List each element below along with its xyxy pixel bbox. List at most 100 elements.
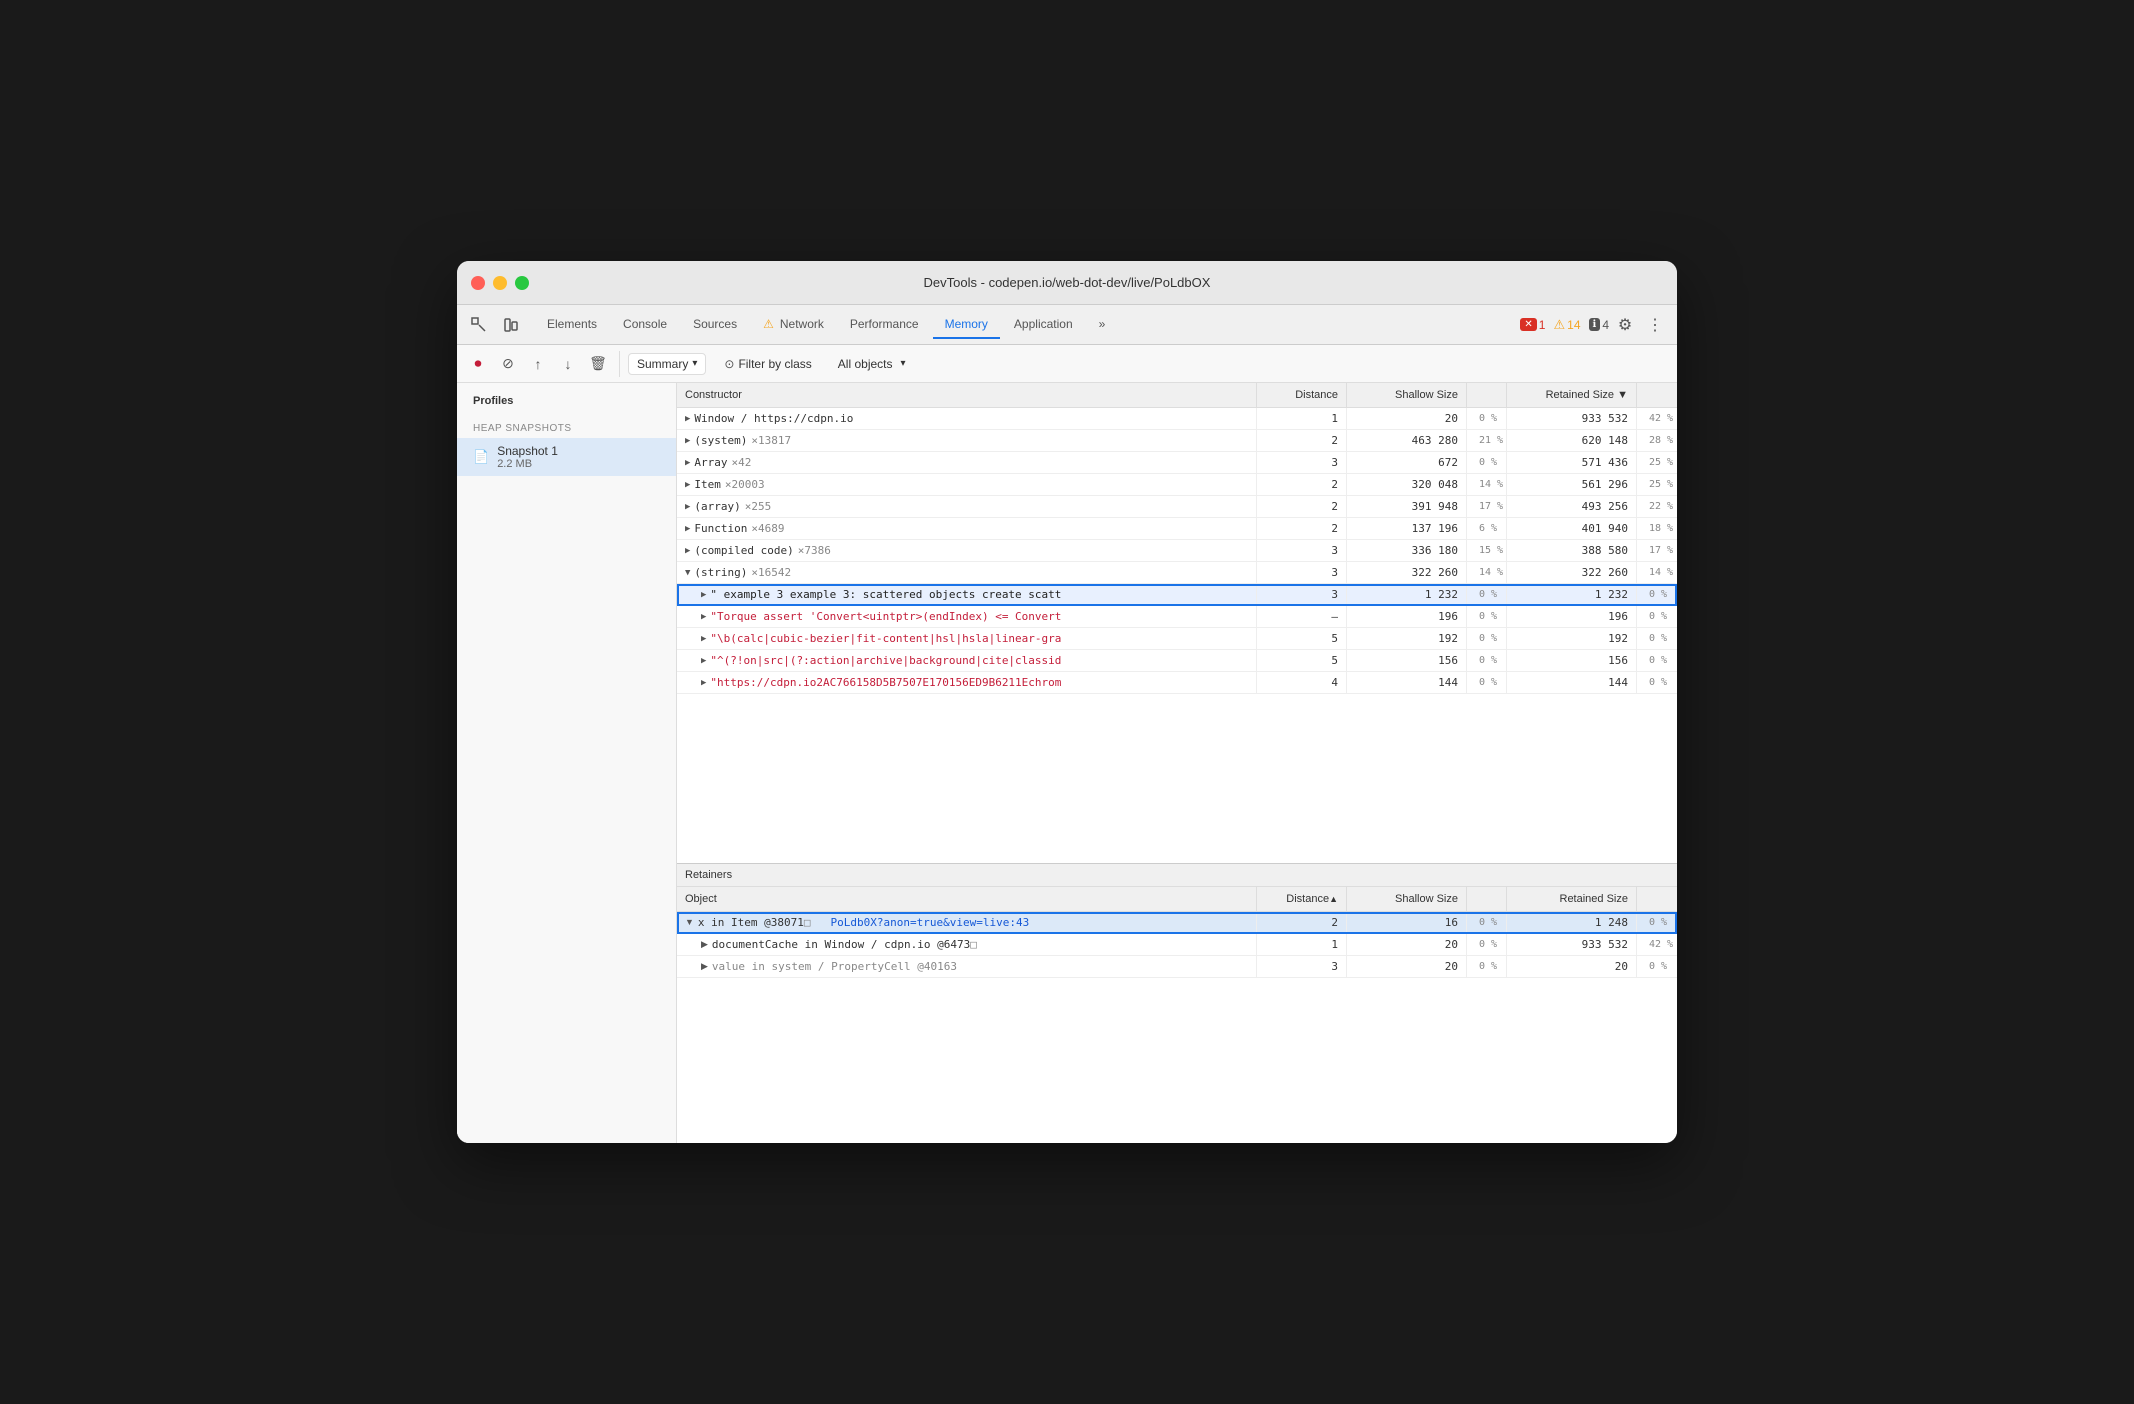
th-shallow-pct (1467, 383, 1507, 407)
expand-icon (701, 939, 708, 950)
tab-sources[interactable]: Sources (681, 311, 749, 339)
tab-console[interactable]: Console (611, 311, 679, 339)
table-header: Constructor Distance Shallow Size Retain… (677, 383, 1677, 408)
expand-icon (685, 523, 690, 534)
distance-cell: 1 (1257, 408, 1347, 429)
minimize-button[interactable] (493, 276, 507, 290)
table-row[interactable]: "\b(calc|cubic-bezier|fit-content|hsl|hs… (677, 628, 1677, 650)
tab-application[interactable]: Application (1002, 311, 1085, 339)
snapshot-icon: 📄 (473, 449, 489, 465)
clear-button[interactable]: ⊘ (495, 351, 521, 377)
nav-icons-group (465, 311, 525, 339)
inspect-icon[interactable] (465, 311, 493, 339)
tab-memory[interactable]: Memory (933, 311, 1000, 339)
record-button[interactable]: ⏺ (465, 351, 491, 377)
table-row[interactable]: "^(?!on|src|(?:action|archive|background… (677, 650, 1677, 672)
retainer-row-selected[interactable]: x in Item @38071 □ PoLdb0X?anon=true&vie… (677, 912, 1677, 934)
upload-button[interactable]: ↑ (525, 351, 551, 377)
ret-th-shallow: Shallow Size (1347, 887, 1467, 911)
ret-th-object: Object (677, 887, 1257, 911)
retainer-row[interactable]: documentCache in Window / cdpn.io @6473 … (677, 934, 1677, 956)
expand-icon (701, 633, 706, 644)
chevron-down-icon-2: ▾ (901, 358, 906, 369)
snapshot-item[interactable]: 📄 Snapshot 1 2.2 MB (457, 438, 676, 476)
tab-more[interactable]: » (1087, 311, 1118, 339)
table-row[interactable]: Item×20003 2 320 048 14 % 561 296 25 % (677, 474, 1677, 496)
table-row[interactable]: "https://cdpn.io2AC766158D5B7507E170156E… (677, 672, 1677, 694)
th-constructor: Constructor (677, 383, 1257, 407)
table-row[interactable]: (system)×13817 2 463 280 21 % 620 148 28… (677, 430, 1677, 452)
expand-icon (685, 413, 690, 424)
ret-th-distance: Distance▲ (1257, 887, 1347, 911)
shallow-cell: 20 (1347, 408, 1467, 429)
objects-dropdown[interactable]: All objects ▾ (830, 354, 914, 374)
close-button[interactable] (471, 276, 485, 290)
heap-table[interactable]: Constructor Distance Shallow Size Retain… (677, 383, 1677, 863)
table-row[interactable]: Array×42 3 672 0 % 571 436 25 % (677, 452, 1677, 474)
window-title: DevTools - codepen.io/web-dot-dev/live/P… (924, 275, 1211, 290)
expand-icon (701, 611, 706, 622)
devtools-navbar: Elements Console Sources ⚠ Network Perfo… (457, 305, 1677, 345)
warning-badge[interactable]: ⚠ 14 (1553, 317, 1580, 333)
th-retained-size: Retained Size ▼ (1507, 383, 1637, 407)
expand-icon (701, 677, 706, 688)
title-bar: DevTools - codepen.io/web-dot-dev/live/P… (457, 261, 1677, 305)
th-distance: Distance (1257, 383, 1347, 407)
table-row[interactable]: Function×4689 2 137 196 6 % 401 940 18 % (677, 518, 1677, 540)
ret-th-retained-pct (1637, 887, 1677, 911)
info-badge[interactable]: ℹ 4 (1589, 318, 1610, 332)
heap-snapshots-label: HEAP SNAPSHOTS (457, 415, 676, 438)
sidebar: Profiles HEAP SNAPSHOTS 📄 Snapshot 1 2.2… (457, 383, 677, 1143)
filter-icon: ⊙ (724, 357, 734, 371)
table-row[interactable]: "Torque assert 'Convert<uintptr>(endInde… (677, 606, 1677, 628)
expand-icon (685, 567, 690, 578)
expand-icon (685, 501, 690, 512)
constructor-cell: (system)×13817 (677, 430, 1257, 451)
th-shallow-size: Shallow Size (1347, 383, 1467, 407)
constructor-cell: Window / https://cdpn.io (677, 408, 1257, 429)
tab-performance[interactable]: Performance (838, 311, 931, 339)
expand-icon (685, 545, 690, 556)
expand-icon (701, 655, 706, 666)
tab-elements[interactable]: Elements (535, 311, 609, 339)
table-row[interactable]: Window / https://cdpn.io 1 20 0 % 933 53… (677, 408, 1677, 430)
snapshot-info: Snapshot 1 2.2 MB (497, 444, 558, 470)
retainers-header: Retainers Object Distance▲ Shallow Size … (677, 864, 1677, 912)
summary-dropdown[interactable]: Summary ▾ (628, 353, 706, 375)
table-row[interactable]: (compiled code)×7386 3 336 180 15 % 388 … (677, 540, 1677, 562)
maximize-button[interactable] (515, 276, 529, 290)
devtools-window: DevTools - codepen.io/web-dot-dev/live/P… (457, 261, 1677, 1143)
expand-icon (685, 435, 690, 446)
th-retained-pct (1637, 383, 1677, 407)
expand-icon (701, 961, 708, 972)
retainer-link[interactable]: PoLdb0X?anon=true&view=live:43 (831, 916, 1030, 929)
expand-icon (701, 589, 706, 600)
record-controls: ⏺ ⊘ ↑ ↓ 🗑 (465, 351, 620, 377)
tab-network[interactable]: ⚠ Network (751, 311, 836, 339)
table-row[interactable]: (array)×255 2 391 948 17 % 493 256 22 % (677, 496, 1677, 518)
retainers-title: Retainers (677, 864, 1677, 887)
settings-icon[interactable]: ⚙ (1611, 311, 1639, 339)
filter-by-class-button[interactable]: ⊙ Filter by class (714, 354, 821, 374)
download-button[interactable]: ↓ (555, 351, 581, 377)
collect-button[interactable]: 🗑 (585, 351, 611, 377)
retainer-row[interactable]: value in system / PropertyCell @40163 3 … (677, 956, 1677, 978)
error-badge[interactable]: ✕ 1 (1520, 318, 1545, 332)
issue-badges: ✕ 1 ⚠ 14 ℹ 4 (1520, 317, 1609, 333)
table-row-selected[interactable]: " example 3 example 3: scattered objects… (677, 584, 1677, 606)
memory-toolbar: ⏺ ⊘ ↑ ↓ 🗑 Summary ▾ ⊙ Filter by class Al… (457, 345, 1677, 383)
more-options-icon[interactable]: ⋮ (1641, 311, 1669, 339)
retained-pct-cell: 42 % (1637, 408, 1677, 429)
device-icon[interactable] (497, 311, 525, 339)
window-controls (471, 276, 529, 290)
content-area: Constructor Distance Shallow Size Retain… (677, 383, 1677, 1143)
shallow-pct-cell: 0 % (1467, 408, 1507, 429)
expand-icon (685, 917, 694, 928)
retainers-section: Retainers Object Distance▲ Shallow Size … (677, 863, 1677, 1143)
table-row[interactable]: (string)×16542 3 322 260 14 % 322 260 14… (677, 562, 1677, 584)
chevron-down-icon: ▾ (692, 358, 697, 369)
ret-th-retained: Retained Size (1507, 887, 1637, 911)
main-area: Profiles HEAP SNAPSHOTS 📄 Snapshot 1 2.2… (457, 383, 1677, 1143)
retained-cell: 933 532 (1507, 408, 1637, 429)
retainers-table-header: Object Distance▲ Shallow Size Retained S… (677, 887, 1677, 911)
